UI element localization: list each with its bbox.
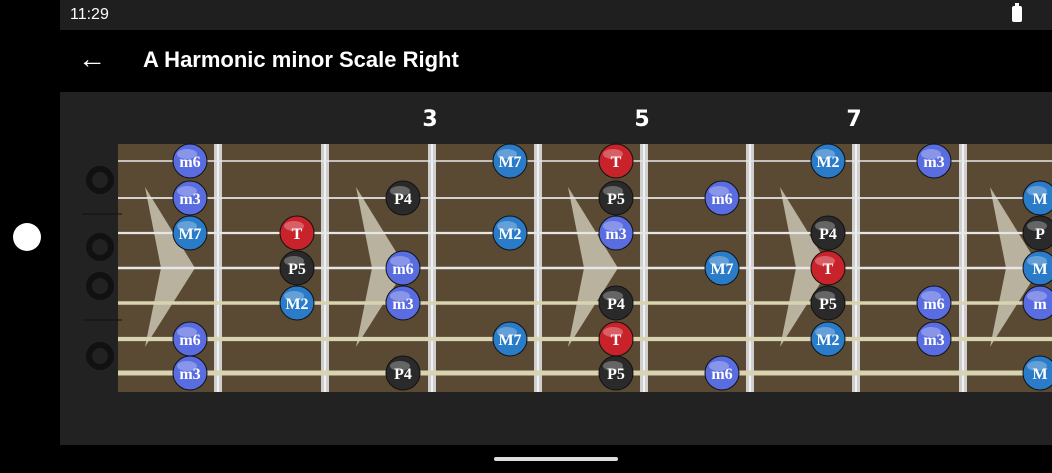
note-label: M xyxy=(1032,261,1047,278)
note-label: m3 xyxy=(605,226,626,243)
note-label: m xyxy=(1033,296,1047,313)
note-label: m6 xyxy=(392,261,413,278)
note-label: M7 xyxy=(710,261,733,278)
fretboard[interactable]: 3 5 7 m6 M7 T M2 m3 m3 P4 P5 m6 M M7 T M2 m3 P4 P P5 m6 M7 T M M… xyxy=(60,92,1052,445)
note-label: m6 xyxy=(179,332,200,349)
status-bar: 11:29 xyxy=(60,0,1052,30)
note-label: M xyxy=(1032,191,1047,208)
note-label: M2 xyxy=(285,296,308,313)
note-label: m3 xyxy=(392,296,413,313)
note-label: m3 xyxy=(179,366,200,383)
tuning-peg-icon xyxy=(86,166,114,194)
fret-number: 3 xyxy=(422,107,437,132)
note-label: m3 xyxy=(923,154,944,171)
note-label: T xyxy=(823,261,834,278)
fretboard-area: 3 5 7 m6 M7 T M2 m3 m3 P4 P5 m6 M M7 T M2 m3 P4 P P5 m6 M7 T M M… xyxy=(60,92,1052,445)
note-label: m3 xyxy=(179,191,200,208)
side-bar xyxy=(0,0,60,473)
fret-number: 5 xyxy=(634,107,649,132)
note-label: P xyxy=(1035,226,1045,243)
note-label: P5 xyxy=(607,366,625,383)
status-time: 11:29 xyxy=(70,6,109,23)
note-label: m3 xyxy=(923,332,944,349)
note-label: M7 xyxy=(498,332,521,349)
arrow-back-icon[interactable]: ← xyxy=(78,44,108,74)
home-indicator[interactable] xyxy=(494,457,618,461)
fret-number: 7 xyxy=(846,107,861,132)
note-label: m6 xyxy=(179,154,200,171)
note-label: m6 xyxy=(711,366,732,383)
tuning-peg-icon xyxy=(86,272,114,300)
navigation-bar xyxy=(60,445,1052,473)
page-title: A Harmonic minor Scale Right xyxy=(143,47,459,72)
tuning-peg-icon xyxy=(86,233,114,261)
note-label: P5 xyxy=(819,296,837,313)
note-label: P5 xyxy=(288,261,306,278)
note-label: M2 xyxy=(498,226,521,243)
note-label: P4 xyxy=(394,191,412,208)
note-label: M7 xyxy=(498,154,521,171)
tuning-peg-icon xyxy=(86,342,114,370)
note-label: M2 xyxy=(816,154,839,171)
note-label: P4 xyxy=(394,366,412,383)
note-label: T xyxy=(611,154,622,171)
note-label: m6 xyxy=(711,191,732,208)
note-label: T xyxy=(292,226,303,243)
note-label: M2 xyxy=(816,332,839,349)
note-label: M xyxy=(1032,366,1047,383)
note-label: M7 xyxy=(178,226,201,243)
note-label: P5 xyxy=(607,191,625,208)
note-label: P4 xyxy=(607,296,625,313)
note-label: T xyxy=(611,332,622,349)
note-label: P4 xyxy=(819,226,837,243)
note-label: m6 xyxy=(923,296,944,313)
app-bar: ← A Harmonic minor Scale Right xyxy=(60,30,1052,92)
camera-dot-icon xyxy=(13,223,41,251)
battery-full-icon xyxy=(1012,3,1022,22)
